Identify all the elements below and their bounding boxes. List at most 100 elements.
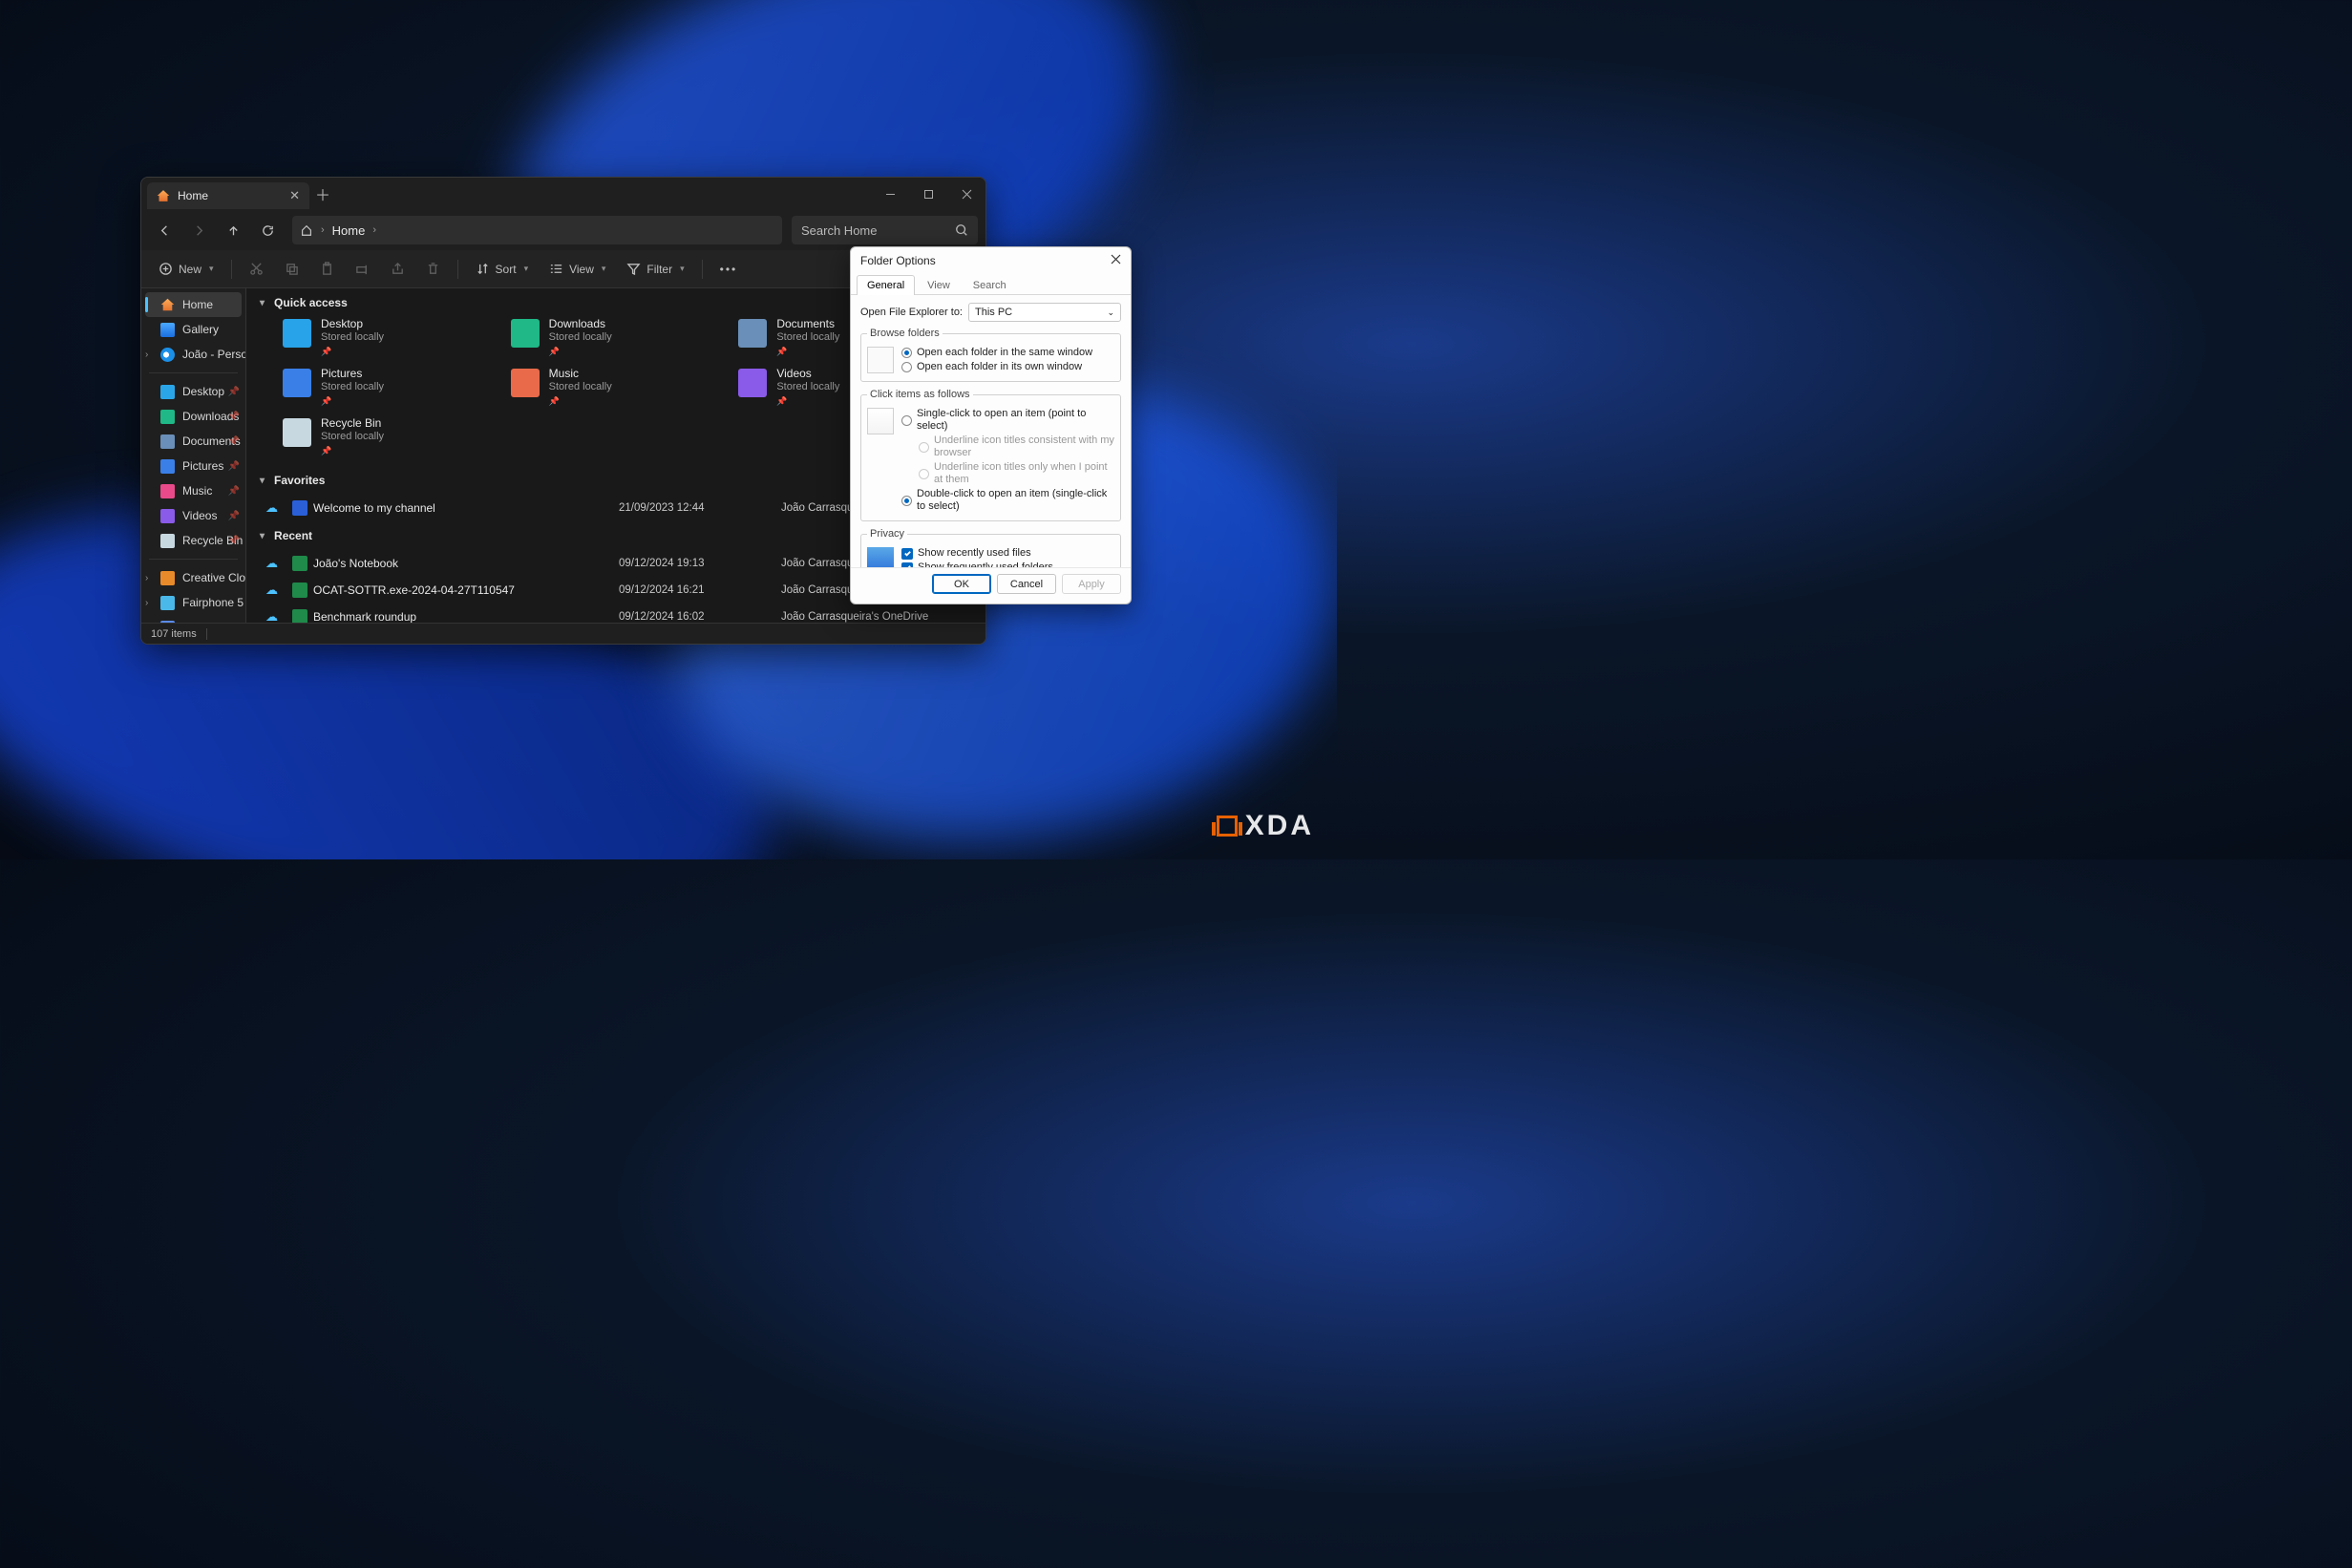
qa-sub: Stored locally: [321, 330, 384, 344]
quick-access-item[interactable]: Pictures Stored locally 📌: [283, 367, 501, 411]
breadcrumb-label: Home: [332, 223, 366, 238]
up-button[interactable]: [218, 215, 248, 245]
group-legend: Click items as follows: [867, 389, 973, 400]
close-tab-button[interactable]: ✕: [289, 188, 300, 203]
sidebar-item-music[interactable]: Music📌: [141, 478, 245, 503]
search-placeholder: Search Home: [801, 223, 877, 238]
sidebar-item-onedrive[interactable]: › João - Personal: [141, 342, 245, 367]
tab-search[interactable]: Search: [963, 275, 1017, 295]
radio-icon: [901, 496, 912, 506]
ellipsis-icon: •••: [720, 263, 738, 276]
new-button[interactable]: New ▾: [151, 256, 222, 283]
filter-button[interactable]: Filter ▾: [619, 256, 691, 283]
address-bar-row: › Home › Search Home: [141, 210, 985, 250]
tab-general[interactable]: General: [857, 275, 915, 295]
chevron-down-icon: ▾: [209, 264, 214, 274]
close-window-button[interactable]: [947, 178, 985, 210]
cut-button[interactable]: [242, 256, 271, 283]
radio-same-window[interactable]: Open each folder in the same window: [901, 347, 1114, 359]
folder-icon: [738, 319, 767, 348]
view-button[interactable]: View ▾: [541, 256, 613, 283]
cancel-button[interactable]: Cancel: [997, 574, 1056, 594]
radio-icon: [901, 415, 912, 426]
sidebar-item-thispc[interactable]: ›This PC: [141, 615, 245, 623]
list-item[interactable]: ☁ Benchmark roundup 09/12/2024 16:02 Joã…: [246, 604, 985, 623]
chevron-down-icon: ⌄: [1107, 307, 1114, 318]
radio-underline-browser: Underline icon titles consistent with my…: [919, 434, 1114, 459]
qa-name: Documents: [776, 317, 839, 330]
folder-icon: [511, 369, 540, 397]
qa-name: Downloads: [549, 317, 612, 330]
maximize-button[interactable]: [909, 178, 947, 210]
chevron-down-icon: ▾: [260, 298, 265, 308]
copy-button[interactable]: [277, 256, 307, 283]
file-location: João Carrasqueira's OneDrive: [781, 611, 972, 623]
refresh-button[interactable]: [252, 215, 283, 245]
chevron-down-icon: ▾: [680, 264, 685, 274]
check-recent-files[interactable]: Show recently used files: [901, 547, 1114, 560]
cloud-icon: ☁: [265, 556, 292, 571]
recycle-bin-icon: [160, 534, 175, 548]
qa-sub: Stored locally: [549, 330, 612, 344]
sidebar-item-documents[interactable]: Documents📌: [141, 429, 245, 454]
sidebar-item-pictures[interactable]: Pictures📌: [141, 454, 245, 478]
breadcrumb-bar[interactable]: › Home ›: [292, 216, 782, 244]
section-label: Favorites: [274, 474, 325, 487]
sidebar-item-videos[interactable]: Videos📌: [141, 503, 245, 528]
radio-single-click[interactable]: Single-click to open an item (point to s…: [901, 408, 1114, 433]
quick-access-item[interactable]: Music Stored locally 📌: [511, 367, 730, 411]
radio-double-click[interactable]: Double-click to open an item (single-cli…: [901, 488, 1114, 513]
sidebar-item-downloads[interactable]: Downloads📌: [141, 404, 245, 429]
browse-folders-icon: [867, 347, 894, 373]
sidebar-item-recyclebin[interactable]: Recycle Bin📌: [141, 528, 245, 553]
quick-access-item[interactable]: Downloads Stored locally 📌: [511, 317, 730, 361]
sort-button[interactable]: Sort ▾: [468, 256, 537, 283]
sidebar-label: Music: [182, 484, 212, 498]
sidebar-item-desktop[interactable]: Desktop📌: [141, 379, 245, 404]
folder-icon: [738, 369, 767, 397]
share-button[interactable]: [383, 256, 413, 283]
select-value: This PC: [975, 307, 1012, 318]
paste-button[interactable]: [312, 256, 342, 283]
pin-icon: 📌: [228, 536, 240, 546]
rename-button[interactable]: [348, 256, 377, 283]
back-button[interactable]: [149, 215, 180, 245]
sidebar-item-creative-cloud[interactable]: ›Creative Cloud F: [141, 565, 245, 590]
forward-button[interactable]: [183, 215, 214, 245]
more-button[interactable]: •••: [712, 256, 746, 283]
sidebar-item-home[interactable]: Home: [145, 292, 242, 317]
tab-view[interactable]: View: [917, 275, 961, 295]
desktop-icon: [160, 385, 175, 399]
new-tab-button[interactable]: ＋: [309, 182, 336, 205]
sidebar-item-gallery[interactable]: Gallery: [141, 317, 245, 342]
qa-sub: Stored locally: [776, 330, 839, 344]
pin-icon: 📌: [776, 345, 839, 358]
tab-home[interactable]: Home ✕: [147, 182, 309, 209]
sidebar-label: Gallery: [182, 323, 219, 336]
file-date: 21/09/2023 12:44: [619, 502, 781, 514]
close-dialog-button[interactable]: [1111, 254, 1121, 267]
chevron-right-icon: ›: [372, 224, 376, 236]
qa-sub: Stored locally: [321, 380, 384, 393]
home-breadcrumb-icon: [300, 223, 313, 237]
search-input[interactable]: Search Home: [792, 216, 978, 244]
xda-logo-icon: [1217, 816, 1238, 837]
ok-button[interactable]: OK: [932, 574, 991, 594]
open-explorer-select[interactable]: This PC ⌄: [968, 303, 1121, 322]
click-items-icon: [867, 408, 894, 434]
cloud-icon: ☁: [265, 583, 292, 598]
quick-access-item[interactable]: Desktop Stored locally 📌: [283, 317, 501, 361]
quick-access-item[interactable]: Recycle Bin Stored locally 📌: [283, 416, 501, 460]
file-date: 09/12/2024 16:21: [619, 584, 781, 596]
delete-button[interactable]: [418, 256, 448, 283]
qa-name: Desktop: [321, 317, 384, 330]
pin-icon: 📌: [228, 511, 240, 521]
file-icon: [292, 609, 307, 623]
radio-own-window[interactable]: Open each folder in its own window: [901, 361, 1114, 373]
navigation-pane: Home Gallery › João - Personal Desktop📌 …: [141, 288, 246, 623]
minimize-button[interactable]: [871, 178, 909, 210]
apply-button[interactable]: Apply: [1062, 574, 1121, 594]
sort-label: Sort: [496, 263, 517, 276]
sidebar-label: Creative Cloud F: [182, 571, 246, 584]
sidebar-item-fairphone[interactable]: ›Fairphone 5 5G: [141, 590, 245, 615]
